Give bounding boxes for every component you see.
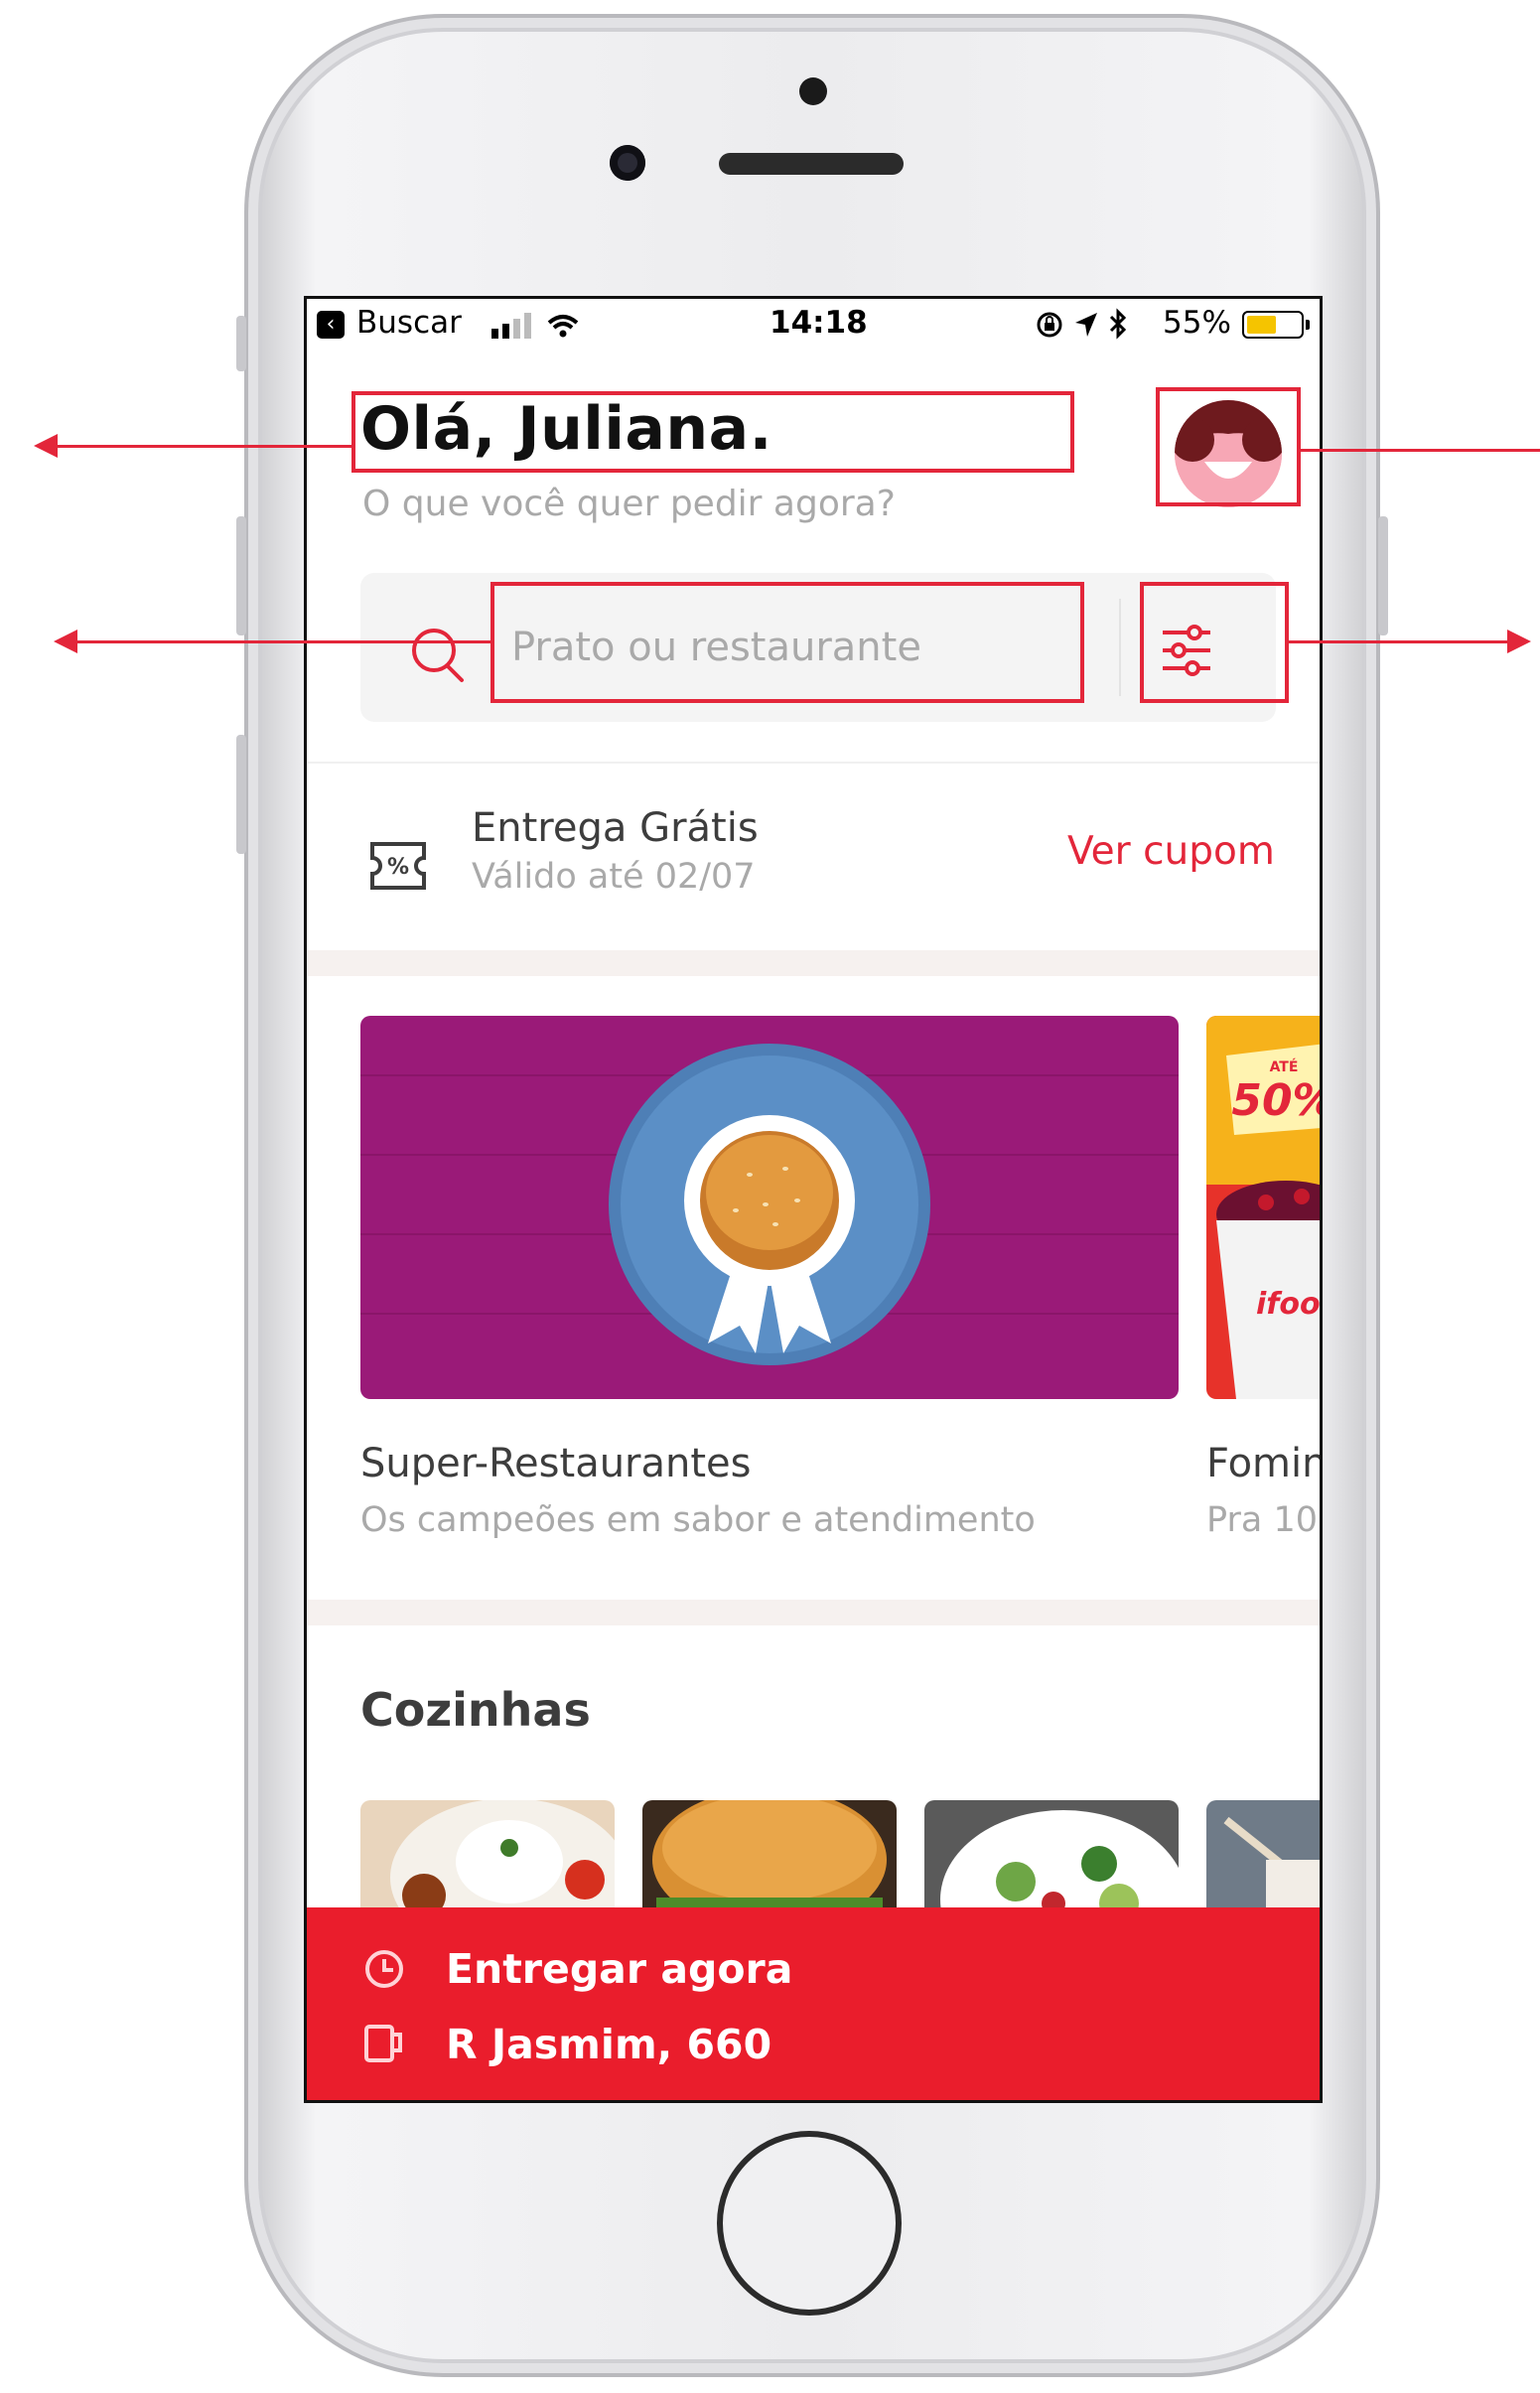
delivery-bar[interactable]: Entregar agora R Jasmim, 660 bbox=[307, 1907, 1320, 2100]
battery-tip bbox=[1306, 320, 1310, 330]
battery-percent: 55% bbox=[1163, 305, 1231, 341]
featured-subtitle: Pra 10 bbox=[1206, 1500, 1318, 1540]
cuisines-title: Cozinhas bbox=[360, 1683, 591, 1737]
status-bar: ‹ Buscar 14:18 55% bbox=[307, 299, 1320, 351]
proximity-sensor bbox=[799, 77, 827, 105]
bluetooth-icon bbox=[1109, 308, 1127, 340]
featured-title: Super-Restaurantes bbox=[360, 1441, 752, 1486]
annotation-search-box bbox=[490, 582, 1084, 703]
earpiece-speaker bbox=[719, 153, 904, 175]
cup-icon bbox=[364, 2025, 402, 2062]
svg-text:%: % bbox=[387, 855, 409, 880]
annotation-arrowhead bbox=[34, 434, 58, 458]
rice-dish-image bbox=[360, 1800, 615, 1919]
greeting-subtitle: O que você quer pedir agora? bbox=[362, 484, 896, 524]
cuisine-tile[interactable] bbox=[360, 1800, 615, 1919]
cuisine-tile[interactable] bbox=[924, 1800, 1179, 1919]
salad-image bbox=[924, 1800, 1179, 1919]
volume-down-button bbox=[236, 735, 246, 854]
cuisine-tile[interactable] bbox=[1206, 1800, 1320, 1919]
chinese-food-image bbox=[1206, 1800, 1320, 1919]
section-divider bbox=[307, 950, 1320, 976]
featured-title: Fomin bbox=[1206, 1441, 1323, 1486]
annotation-avatar-box bbox=[1156, 387, 1301, 506]
battery-icon bbox=[1242, 311, 1304, 339]
back-arrow-icon[interactable]: ‹ bbox=[317, 311, 345, 339]
delivery-time-label[interactable]: Entregar agora bbox=[446, 1945, 792, 1993]
search-icon bbox=[412, 629, 464, 682]
clock-icon bbox=[365, 1950, 403, 1988]
address-label[interactable]: R Jasmim, 660 bbox=[446, 2021, 771, 2068]
featured-subtitle: Os campeões em sabor e atendimento bbox=[360, 1500, 1036, 1540]
annotation-line bbox=[1289, 640, 1509, 643]
location-icon bbox=[1075, 313, 1097, 337]
front-camera bbox=[610, 145, 645, 181]
power-button bbox=[1378, 516, 1388, 635]
coupon-validity: Válido até 02/07 bbox=[472, 857, 756, 897]
badge-label: 50% bbox=[1231, 1075, 1323, 1126]
annotation-arrowhead bbox=[1507, 630, 1531, 653]
coupon-percent-icon: % bbox=[370, 842, 426, 890]
lock-rotation-icon bbox=[1037, 312, 1062, 338]
annotation-line bbox=[75, 640, 490, 643]
app-screen: ‹ Buscar 14:18 55% Olá, Juliana. O que v… bbox=[304, 296, 1323, 2103]
brand-label: ifoo bbox=[1256, 1287, 1321, 1322]
acai-cup-image: ATÉ 50% ifoo bbox=[1206, 1016, 1323, 1399]
clock-time: 14:18 bbox=[770, 305, 868, 341]
annotation-filter-box bbox=[1140, 582, 1289, 703]
section-divider bbox=[307, 1600, 1320, 1625]
mute-switch bbox=[236, 316, 246, 371]
promo-banner[interactable]: ATÉ 50% ifoo bbox=[1206, 1016, 1323, 1399]
divider bbox=[307, 762, 1320, 764]
search-divider bbox=[1119, 599, 1121, 696]
cuisine-tile[interactable] bbox=[642, 1800, 897, 1919]
burger-image bbox=[642, 1800, 897, 1919]
annotation-greeting-box bbox=[351, 391, 1074, 473]
badge-top-label: ATÉ bbox=[1270, 1058, 1299, 1075]
volume-up-button bbox=[236, 516, 246, 635]
annotation-line bbox=[56, 445, 351, 448]
see-coupon-link[interactable]: Ver cupom bbox=[1067, 829, 1275, 874]
home-button[interactable] bbox=[717, 2131, 902, 2316]
super-restaurants-banner[interactable] bbox=[360, 1016, 1179, 1399]
coupon-title: Entrega Grátis bbox=[472, 805, 759, 851]
annotation-arrowhead bbox=[54, 630, 77, 653]
back-to-app-label[interactable]: Buscar bbox=[356, 305, 462, 341]
signal-icon bbox=[491, 313, 579, 339]
burger-plate-image bbox=[360, 1016, 1179, 1399]
annotation-line bbox=[1301, 449, 1540, 452]
